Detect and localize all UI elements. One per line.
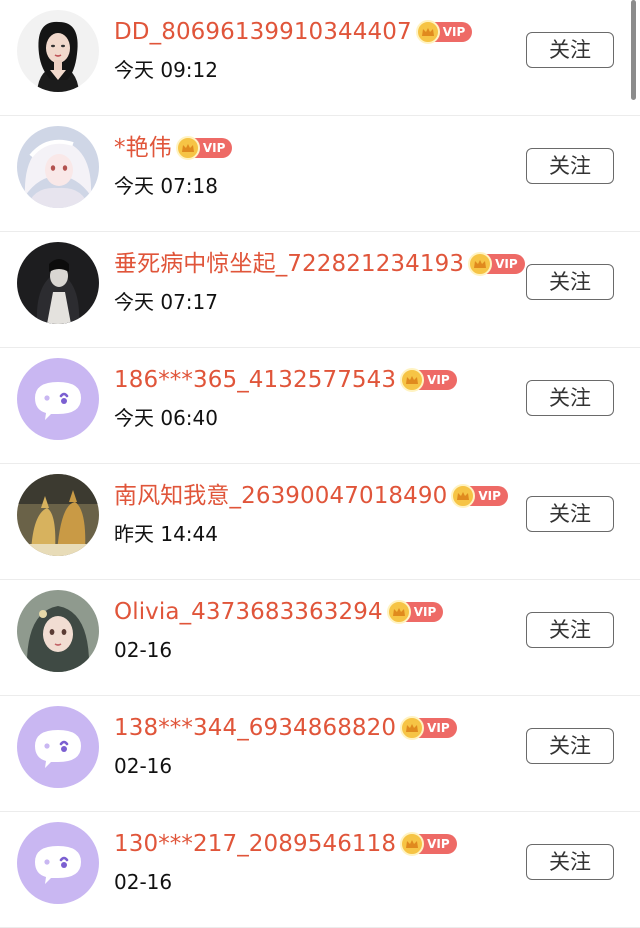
- timestamp: 02-16: [114, 638, 173, 662]
- chat-bubble-icon: [17, 358, 99, 440]
- follower-list: DD_80696139910344407 VIP 今天 09:12 关注 *艳伟…: [0, 0, 640, 928]
- follow-button[interactable]: 关注: [526, 148, 614, 184]
- crown-icon: [415, 20, 440, 44]
- list-item[interactable]: Olivia_4373683363294 VIP 02-16 关注: [0, 580, 640, 696]
- timestamp: 02-16: [114, 754, 173, 778]
- timestamp: 昨天 14:44: [114, 522, 218, 546]
- vip-badge: VIP: [400, 368, 457, 392]
- crown-icon: [400, 716, 425, 740]
- timestamp: 今天 07:18: [114, 174, 218, 198]
- name-line: *艳伟 VIP: [114, 130, 233, 166]
- user-name[interactable]: DD_80696139910344407: [114, 14, 412, 50]
- name-line: 130***217_2089546118 VIP: [114, 826, 457, 862]
- vip-label: VIP: [427, 721, 450, 735]
- list-item[interactable]: *艳伟 VIP 今天 07:18 关注: [0, 116, 640, 232]
- avatar-photo-icon: [17, 10, 99, 92]
- vip-label: VIP: [202, 141, 226, 155]
- vip-badge: VIP: [400, 716, 457, 740]
- name-line: 186***365_4132577543 VIP: [114, 362, 457, 398]
- crown-icon: [400, 368, 425, 392]
- list-item[interactable]: 南风知我意_26390047018490 VIP 昨天 14:44 关注: [0, 464, 640, 580]
- name-line: DD_80696139910344407 VIP: [114, 14, 473, 50]
- crown-icon: [468, 252, 493, 276]
- follow-button[interactable]: 关注: [526, 32, 614, 68]
- vip-badge: VIP: [468, 252, 525, 276]
- vip-badge: VIP: [451, 484, 508, 508]
- list-item[interactable]: DD_80696139910344407 VIP 今天 09:12 关注: [0, 0, 640, 116]
- chat-bubble-icon: [17, 822, 99, 904]
- vip-badge: VIP: [400, 832, 457, 856]
- timestamp: 今天 09:12: [114, 58, 218, 82]
- follow-button[interactable]: 关注: [526, 264, 614, 300]
- vip-label: VIP: [495, 257, 518, 271]
- avatar[interactable]: [17, 822, 99, 904]
- crown-icon: [451, 484, 476, 508]
- avatar[interactable]: [17, 242, 99, 324]
- user-name[interactable]: 138***344_6934868820: [114, 710, 396, 746]
- avatar-fox-art-icon: [17, 474, 99, 556]
- follow-button[interactable]: 关注: [526, 612, 614, 648]
- list-item[interactable]: 垂死病中惊坐起_722821234193 VIP 今天 07:17 关注: [0, 232, 640, 348]
- avatar-dark-icon: [17, 242, 99, 324]
- vip-label: VIP: [442, 25, 466, 39]
- follow-button[interactable]: 关注: [526, 380, 614, 416]
- timestamp: 02-16: [114, 870, 173, 894]
- name-line: 垂死病中惊坐起_722821234193 VIP: [114, 246, 525, 282]
- name-line: 南风知我意_26390047018490 VIP: [114, 478, 508, 514]
- user-name[interactable]: Olivia_4373683363294: [114, 594, 383, 630]
- list-item[interactable]: 186***365_4132577543 VIP 今天 06:40 关注: [0, 348, 640, 464]
- name-line: Olivia_4373683363294 VIP: [114, 594, 444, 630]
- list-item[interactable]: 138***344_6934868820 VIP 02-16 关注: [0, 696, 640, 812]
- scrollbar[interactable]: [631, 0, 636, 100]
- name-line: 138***344_6934868820 VIP: [114, 710, 457, 746]
- follow-button[interactable]: 关注: [526, 496, 614, 532]
- crown-icon: [400, 832, 425, 856]
- avatar-anime-girl-icon: [17, 590, 99, 672]
- vip-label: VIP: [478, 489, 501, 503]
- avatar[interactable]: [17, 706, 99, 788]
- user-name[interactable]: 130***217_2089546118: [114, 826, 396, 862]
- follow-button[interactable]: 关注: [526, 844, 614, 880]
- timestamp: 今天 06:40: [114, 406, 218, 430]
- vip-badge: VIP: [415, 20, 473, 44]
- crown-icon: [386, 600, 411, 624]
- vip-label: VIP: [413, 605, 437, 619]
- vip-badge: VIP: [175, 136, 233, 160]
- avatar[interactable]: [17, 10, 99, 92]
- avatar[interactable]: [17, 590, 99, 672]
- user-name[interactable]: 垂死病中惊坐起_722821234193: [114, 246, 464, 282]
- chat-bubble-icon: [17, 706, 99, 788]
- vip-label: VIP: [427, 837, 450, 851]
- user-name[interactable]: 186***365_4132577543: [114, 362, 396, 398]
- user-name[interactable]: *艳伟: [114, 130, 172, 166]
- avatar[interactable]: [17, 474, 99, 556]
- user-name[interactable]: 南风知我意_26390047018490: [114, 478, 447, 514]
- follow-button[interactable]: 关注: [526, 728, 614, 764]
- list-item[interactable]: 130***217_2089546118 VIP 02-16 关注: [0, 812, 640, 928]
- vip-label: VIP: [427, 373, 450, 387]
- vip-badge: VIP: [386, 600, 444, 624]
- timestamp: 今天 07:17: [114, 290, 218, 314]
- avatar[interactable]: [17, 358, 99, 440]
- avatar-anime-icon: [17, 126, 99, 208]
- crown-icon: [175, 136, 200, 160]
- avatar[interactable]: [17, 126, 99, 208]
